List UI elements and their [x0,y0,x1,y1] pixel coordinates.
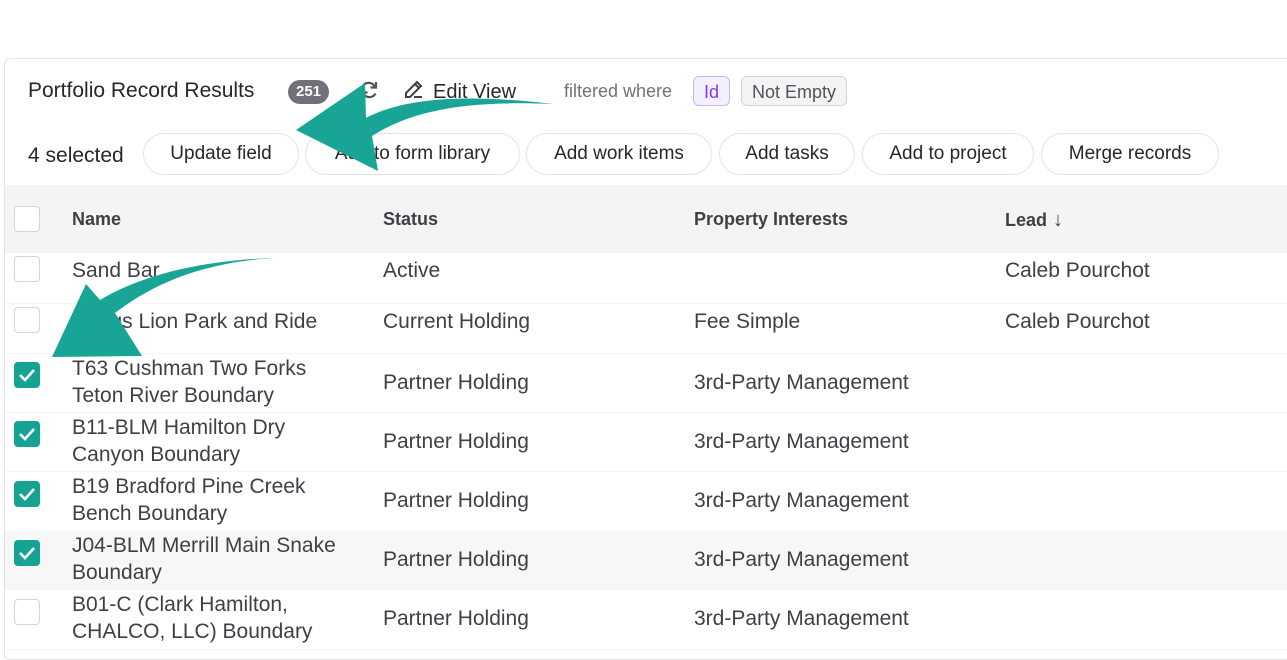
table-header: Name Status Property Interests Lead ↓ [5,185,1287,253]
cell-name[interactable]: B01-C (Clark Hamilton, CHALCO, LLC) Boun… [72,591,352,645]
column-status[interactable]: Status [383,209,438,230]
check-icon [19,488,35,501]
edit-view-label: Edit View [433,80,517,103]
cell-name[interactable]: J04-BLM Merrill Main Snake Boundary [72,532,352,586]
cell-status: Current Holding [383,310,531,333]
filter-field-chip[interactable]: Id [693,76,731,106]
cell-name[interactable]: T63 Cushman Two Forks Teton River Bounda… [72,355,352,409]
check-icon [19,428,35,441]
cell-property-interests: 3rd-Party Management [694,607,909,630]
add-work-items-button[interactable]: Add work items [526,133,712,175]
row-checkbox[interactable] [14,307,40,333]
cell-name[interactable]: Driggs Lion Park and Ride [72,308,352,335]
edit-view-button[interactable]: Edit View [403,78,516,106]
row-checkbox[interactable] [14,540,40,566]
cell-status: Partner Holding [383,548,529,571]
select-all-checkbox[interactable] [14,206,40,232]
row-checkbox[interactable] [14,256,40,282]
cell-status: Active [383,259,441,282]
cell-property-interests: 3rd-Party Management [694,489,909,512]
cell-name[interactable]: B19 Bradford Pine Creek Bench Boundary [72,473,352,527]
cell-lead: Caleb Pourchot [1005,310,1150,333]
merge-records-button[interactable]: Merge records [1041,133,1219,175]
results-panel: Portfolio Record Results 251 Edit View f… [4,58,1287,660]
cell-name[interactable]: Sand Bar [72,257,352,284]
filter-condition-chip[interactable]: Not Empty [741,76,848,106]
edit-icon [403,78,425,106]
cell-property-interests: 3rd-Party Management [694,371,909,394]
cell-status: Partner Holding [383,489,529,512]
cell-status: Partner Holding [383,371,529,394]
add-tasks-button[interactable]: Add tasks [719,133,855,175]
column-lead-label: Lead [1005,210,1048,230]
table-row[interactable]: Sand Bar Active Caleb Pourchot [5,253,1287,304]
column-name[interactable]: Name [72,209,121,230]
row-checkbox[interactable] [14,599,40,625]
update-field-button[interactable]: Update field [143,133,299,175]
check-icon [19,369,35,382]
cell-lead: Caleb Pourchot [1005,259,1150,282]
row-checkbox[interactable] [14,362,40,388]
row-checkbox[interactable] [14,421,40,447]
cell-property-interests: Fee Simple [694,310,801,333]
cell-property-interests: 3rd-Party Management [694,430,909,453]
count-badge: 251 [288,80,330,104]
table-row[interactable]: B01-C (Clark Hamilton, CHALCO, LLC) Boun… [5,589,1287,650]
sort-down-arrow-icon: ↓ [1053,209,1064,231]
filter-description: filtered where [564,81,673,101]
cell-property-interests: 3rd-Party Management [694,548,909,571]
column-lead[interactable]: Lead ↓ [1005,209,1063,232]
results-header: Portfolio Record Results 251 Edit View f… [5,59,1287,123]
cell-name[interactable]: B11-BLM Hamilton Dry Canyon Boundary [72,414,352,468]
table-row[interactable]: Driggs Lion Park and Ride Current Holdin… [5,303,1287,354]
cell-status: Partner Holding [383,430,529,453]
table-row[interactable]: B19 Bradford Pine Creek Bench Boundary P… [5,471,1287,531]
table-row[interactable]: B11-BLM Hamilton Dry Canyon Boundary Par… [5,412,1287,472]
selection-count: 4 selected [28,144,124,167]
add-to-project-button[interactable]: Add to project [862,133,1034,175]
check-icon [19,547,35,560]
page-title: Portfolio Record Results [28,79,255,102]
add-to-form-library-button[interactable]: Add to form library [305,133,520,175]
column-property-interests[interactable]: Property Interests [694,209,848,230]
cell-status: Partner Holding [383,607,529,630]
table-row[interactable]: T63 Cushman Two Forks Teton River Bounda… [5,353,1287,413]
table-row[interactable]: J04-BLM Merrill Main Snake Boundary Part… [5,530,1287,590]
refresh-icon[interactable] [358,79,380,101]
row-checkbox[interactable] [14,481,40,507]
